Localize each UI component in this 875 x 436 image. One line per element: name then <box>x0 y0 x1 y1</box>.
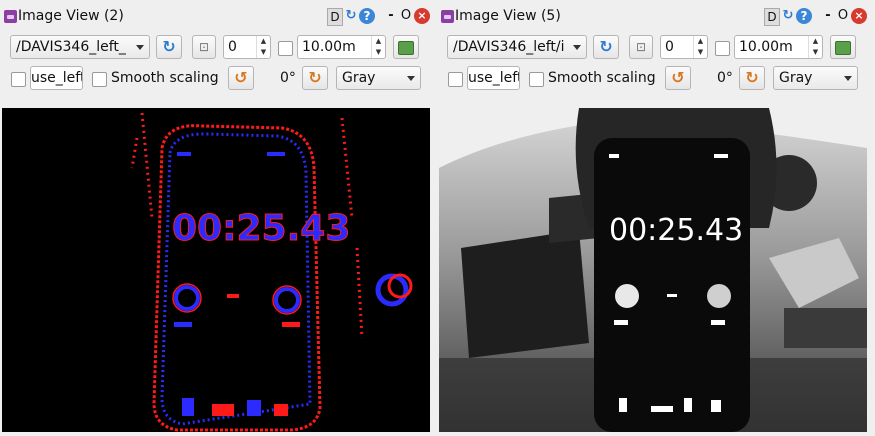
color-scheme-combobox[interactable]: Gray <box>336 66 421 90</box>
reload-icon[interactable]: ↻ <box>780 8 796 24</box>
smooth-scaling-checkbox[interactable] <box>92 72 107 87</box>
spin-arrows-icon[interactable]: ▲ ▼ <box>256 36 270 58</box>
chevron-down-icon <box>573 45 581 50</box>
grayscale-image-view[interactable]: 00:25.43 <box>439 108 867 432</box>
smooth-scaling-checkbox[interactable] <box>529 72 544 87</box>
float-icon[interactable]: O <box>837 8 849 24</box>
image-view-panel-left: Image View (2) D ↻ ? - O × /DAVIS346_lef… <box>0 0 435 436</box>
index-value: 0 <box>665 39 674 55</box>
zoom-one-button[interactable]: ⊡ <box>192 35 216 59</box>
d-icon[interactable]: D <box>764 8 780 26</box>
spin-arrows-icon[interactable]: ▲ ▼ <box>693 36 707 58</box>
distance-spinbox[interactable]: 10.00m ▲ ▼ <box>297 35 386 59</box>
color-scheme-value: Gray <box>779 70 813 86</box>
color-scheme-combobox[interactable]: Gray <box>773 66 858 90</box>
mouse-publish-checkbox[interactable] <box>448 72 463 87</box>
panel-title: Image View (5) <box>455 8 561 24</box>
topic-combobox[interactable]: /DAVIS346_left/i <box>447 35 587 59</box>
minimize-icon[interactable]: - <box>823 8 833 24</box>
distance-value: 10.00m <box>739 39 793 55</box>
toolbar-row-1: /DAVIS346_left_ ↻ ⊡ 0 ▲ ▼ 10.00m ▲ ▼ <box>0 35 435 61</box>
refresh-icon: ↻ <box>599 37 613 56</box>
phone-device: 00:25.43 <box>594 138 750 432</box>
topic-combobox[interactable]: /DAVIS346_left_ <box>10 35 150 59</box>
chevron-down-icon <box>844 76 852 81</box>
rotate-right-button[interactable]: ↻ <box>739 66 765 90</box>
event-frame: 00:25.43 <box>2 108 430 432</box>
close-icon[interactable]: × <box>851 8 867 24</box>
zoom-one-button[interactable]: ⊡ <box>629 35 653 59</box>
index-value: 0 <box>228 39 237 55</box>
spin-arrows-icon[interactable]: ▲ ▼ <box>808 36 822 58</box>
rotate-right-icon: ↻ <box>745 68 759 87</box>
event-image-view[interactable]: 00:25.43 <box>2 108 430 432</box>
save-icon <box>398 41 414 55</box>
zoom-icon: ⊡ <box>635 40 647 54</box>
title-bar: Image View (2) D ↻ ? - O × <box>0 6 435 28</box>
close-icon[interactable]: × <box>414 8 430 24</box>
refresh-topics-button[interactable]: ↻ <box>156 35 182 59</box>
rotate-left-icon: ↺ <box>671 68 685 87</box>
mouse-topic-input[interactable]: use_left <box>467 66 520 90</box>
toolbar-row-2: use_left Smooth scaling ↺ 0° ↻ Gray <box>0 66 435 92</box>
rotate-left-icon: ↺ <box>234 68 248 87</box>
toolbar-row-2: use_left Smooth scaling ↺ 0° ↻ Gray <box>437 66 875 92</box>
panel-title: Image View (2) <box>18 8 124 24</box>
rotation-value: 0° <box>280 70 296 86</box>
index-spinbox[interactable]: 0 ▲ ▼ <box>660 35 708 59</box>
toolbar-row-1: /DAVIS346_left/i ↻ ⊡ 0 ▲ ▼ 10.00m ▲ ▼ <box>437 35 875 61</box>
topic-value: /DAVIS346_left_ <box>16 39 126 55</box>
help-icon[interactable]: ? <box>796 8 812 24</box>
chevron-down-icon <box>136 45 144 50</box>
save-image-button[interactable] <box>393 35 419 59</box>
refresh-icon: ↻ <box>162 37 176 56</box>
distance-checkbox[interactable] <box>715 41 730 56</box>
spin-arrows-icon[interactable]: ▲ ▼ <box>371 36 385 58</box>
distance-value: 10.00m <box>302 39 356 55</box>
mouse-topic-input[interactable]: use_left <box>30 66 83 90</box>
rotate-right-button[interactable]: ↻ <box>302 66 328 90</box>
phone-timer-text: 00:25.43 <box>609 213 743 248</box>
event-timer-text: 00:25.43 <box>172 208 350 249</box>
index-spinbox[interactable]: 0 ▲ ▼ <box>223 35 271 59</box>
topic-value: /DAVIS346_left/i <box>453 39 565 55</box>
rotate-left-button[interactable]: ↺ <box>228 66 254 90</box>
rotation-value: 0° <box>717 70 733 86</box>
image-view-panel-right: Image View (5) D ↻ ? - O × /DAVIS346_lef… <box>437 0 875 436</box>
smooth-scaling-label: Smooth scaling <box>111 70 219 86</box>
grayscale-frame: 00:25.43 <box>439 108 867 432</box>
chevron-down-icon <box>407 76 415 81</box>
distance-spinbox[interactable]: 10.00m ▲ ▼ <box>734 35 823 59</box>
title-bar: Image View (5) D ↻ ? - O × <box>437 6 875 28</box>
d-icon[interactable]: D <box>327 8 343 26</box>
image-view-app-icon <box>441 10 454 23</box>
event-background <box>2 108 430 432</box>
minimize-icon[interactable]: - <box>386 8 396 24</box>
refresh-topics-button[interactable]: ↻ <box>593 35 619 59</box>
color-scheme-value: Gray <box>342 70 376 86</box>
mouse-publish-checkbox[interactable] <box>11 72 26 87</box>
image-view-app-icon <box>4 10 17 23</box>
distance-checkbox[interactable] <box>278 41 293 56</box>
reload-icon[interactable]: ↻ <box>343 8 359 24</box>
save-icon <box>835 41 851 55</box>
help-icon[interactable]: ? <box>359 8 375 24</box>
zoom-icon: ⊡ <box>198 40 210 54</box>
float-icon[interactable]: O <box>400 8 412 24</box>
save-image-button[interactable] <box>830 35 856 59</box>
rotate-right-icon: ↻ <box>308 68 322 87</box>
smooth-scaling-label: Smooth scaling <box>548 70 656 86</box>
rotate-left-button[interactable]: ↺ <box>665 66 691 90</box>
